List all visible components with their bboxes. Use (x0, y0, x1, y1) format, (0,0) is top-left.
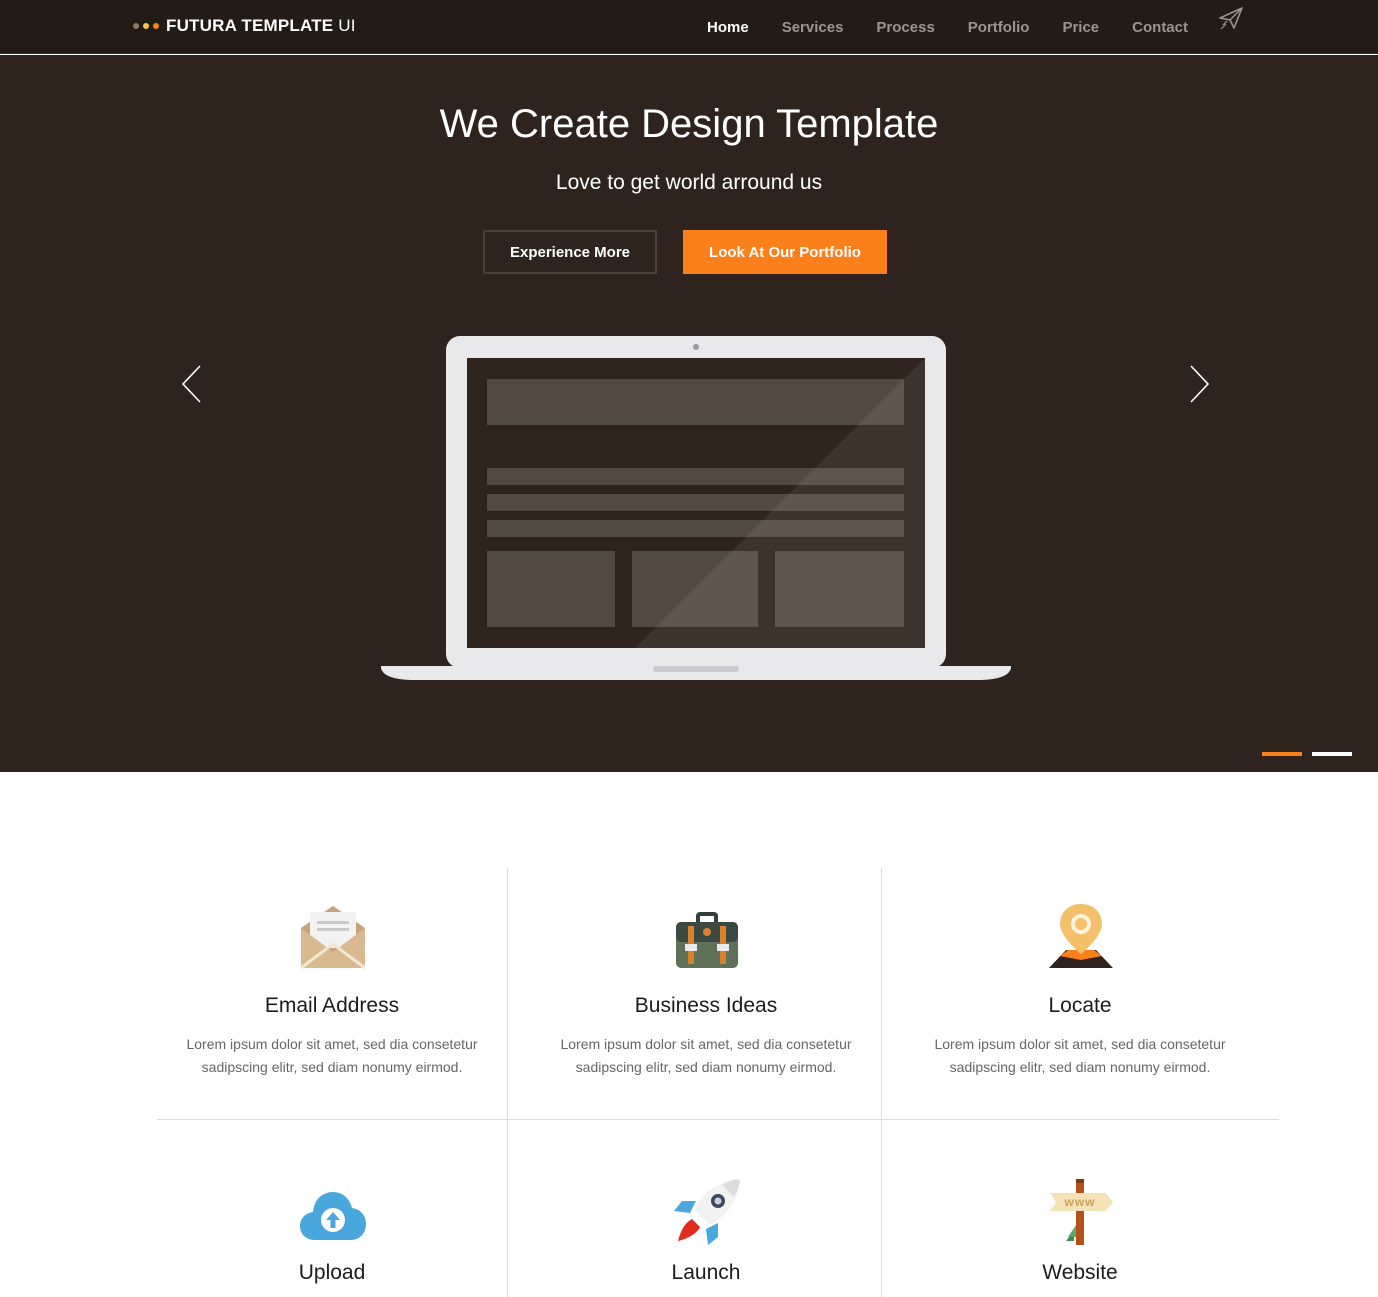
nav-item-portfolio[interactable]: Portfolio (968, 19, 1030, 36)
slide-indicators (1262, 752, 1362, 756)
laptop-illustration (381, 336, 1011, 680)
feature-title: Launch (671, 1261, 741, 1284)
feature-description-line: sadipscing elitr, sed diam nonumy eirmod… (949, 1059, 1211, 1075)
feature-description-line: Lorem ipsum dolor sit amet, sed dia cons… (934, 1036, 1226, 1052)
chevron-left-icon[interactable] (180, 364, 204, 404)
hero-title: We Create Design Template (439, 102, 939, 146)
feature-description-line: sadipscing elitr, sed diam nonumy eirmod… (575, 1059, 837, 1075)
rocket-icon (674, 1179, 740, 1245)
slide-indicator-1[interactable] (1262, 752, 1302, 756)
sign-www-label: www (1063, 1195, 1095, 1209)
grid-divider-vertical-1 (507, 868, 508, 1297)
main-nav: Home Services Process Portfolio Price Co… (674, 0, 1188, 54)
feature-description-line: sadipscing elitr, sed diam nonumy eirmod… (201, 1059, 463, 1075)
feature-description-line: Lorem ipsum dolor sit amet, sed dia cons… (186, 1036, 478, 1052)
paper-plane-icon[interactable] (1217, 5, 1245, 31)
feature-title: Locate (1048, 994, 1112, 1017)
features-grid: Email Address Lorem ipsum dolor sit amet… (157, 868, 1279, 1297)
nav-item-contact[interactable]: Contact (1132, 19, 1188, 36)
nav-item-price[interactable]: Price (1062, 19, 1099, 36)
chevron-right-icon[interactable] (1187, 364, 1211, 404)
brand-logo[interactable]: FUTURA TEMPLATE UI (133, 15, 356, 37)
feature-title: Email Address (264, 994, 400, 1017)
briefcase-icon (676, 912, 738, 968)
envelope-icon (300, 906, 366, 970)
hero-slider: We Create Design Template Love to get wo… (0, 55, 1378, 772)
feature-title: Website (1042, 1261, 1118, 1284)
feature-title: Business Ideas (634, 994, 778, 1017)
map-pin-icon (1049, 904, 1113, 968)
feature-description: Lorem ipsum dolor sit amet, sed dia cons… (519, 1033, 893, 1079)
experience-more-button[interactable]: Experience More (483, 230, 657, 274)
feature-description: Lorem ipsum dolor sit amet, sed dia cons… (145, 1033, 519, 1079)
slide-indicator-2[interactable] (1312, 752, 1352, 756)
brand-name: FUTURA TEMPLATE UI (166, 16, 356, 35)
portfolio-button[interactable]: Look At Our Portfolio (683, 230, 887, 274)
nav-item-home[interactable]: Home (707, 19, 749, 36)
feature-description: Lorem ipsum dolor sit amet, sed dia cons… (893, 1033, 1267, 1079)
brand-dot-1 (133, 23, 139, 29)
nav-item-process[interactable]: Process (876, 19, 934, 36)
feature-description-line: Lorem ipsum dolor sit amet, sed dia cons… (560, 1036, 852, 1052)
brand-dot-2 (143, 23, 149, 29)
grid-divider-horizontal (157, 1119, 1279, 1120)
signpost-icon: www (1050, 1179, 1113, 1245)
grid-divider-vertical-2 (881, 868, 882, 1297)
top-navbar: FUTURA TEMPLATE UI Home Services Process… (0, 0, 1378, 54)
hero-subtitle: Love to get world arround us (555, 171, 823, 194)
feature-title: Upload (298, 1261, 366, 1284)
cloud-upload-icon (300, 1192, 366, 1240)
nav-item-services[interactable]: Services (782, 19, 844, 36)
brand-dot-3 (153, 23, 159, 29)
